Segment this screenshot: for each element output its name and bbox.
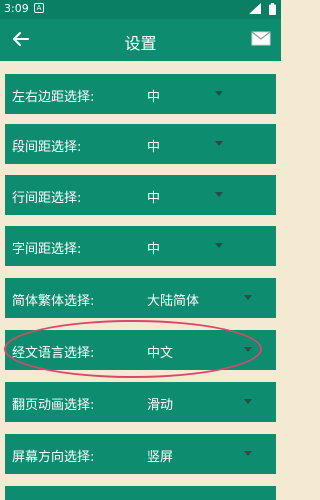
setting-row-paragraph-spacing[interactable]: 段间距选择: 中	[5, 124, 276, 164]
notification-a-icon: A	[34, 3, 44, 13]
mail-icon[interactable]	[251, 31, 271, 50]
dropdown-caret-icon[interactable]	[215, 243, 223, 248]
setting-value: 中	[147, 90, 161, 105]
dropdown-caret-icon[interactable]	[215, 192, 223, 197]
setting-row-page-turn-animation[interactable]: 翻页动画选择: 滑动	[5, 382, 276, 422]
status-bar: 3:09 A	[0, 0, 281, 19]
setting-label: 左右边距选择:	[12, 90, 95, 105]
setting-label: 翻页动画选择:	[12, 398, 95, 413]
setting-value: 竖屏	[147, 450, 174, 465]
dropdown-caret-icon[interactable]	[215, 91, 223, 96]
setting-label: 经文语言选择:	[12, 346, 95, 361]
dropdown-caret-icon[interactable]	[244, 399, 252, 404]
setting-row-scripture-language[interactable]: 经文语言选择: 中文	[5, 330, 276, 370]
setting-value: 滑动	[147, 398, 174, 413]
setting-row-script-variant[interactable]: 简体繁体选择: 大陆简体	[5, 278, 276, 318]
dropdown-caret-icon[interactable]	[244, 295, 252, 300]
setting-label: 行间距选择:	[12, 191, 82, 206]
dropdown-caret-icon[interactable]	[244, 347, 252, 352]
status-time: 3:09	[4, 2, 29, 15]
setting-row-screen-orientation[interactable]: 屏幕方向选择: 竖屏	[5, 434, 276, 474]
setting-label: 段间距选择:	[12, 140, 82, 155]
setting-label: 屏幕方向选择:	[12, 450, 95, 465]
setting-value: 中文	[147, 346, 174, 361]
setting-row-letter-spacing[interactable]: 字间距选择: 中	[5, 226, 276, 266]
setting-row-margin[interactable]: 左右边距选择: 中	[5, 74, 276, 114]
setting-value: 中	[147, 191, 161, 206]
setting-value: 中	[147, 140, 161, 155]
setting-row-line-spacing[interactable]: 行间距选择: 中	[5, 175, 276, 215]
app-bar: 设置	[0, 19, 281, 61]
setting-value: 中	[147, 242, 161, 257]
setting-label: 简体繁体选择:	[12, 294, 95, 309]
dropdown-caret-icon[interactable]	[215, 141, 223, 146]
setting-row-partial[interactable]	[5, 486, 276, 500]
wifi-signal-icon	[249, 3, 261, 17]
setting-label: 字间距选择:	[12, 242, 82, 257]
battery-icon	[269, 3, 276, 18]
page-title: 设置	[124, 34, 157, 53]
dropdown-caret-icon[interactable]	[244, 451, 252, 456]
setting-value: 大陆简体	[147, 294, 200, 309]
